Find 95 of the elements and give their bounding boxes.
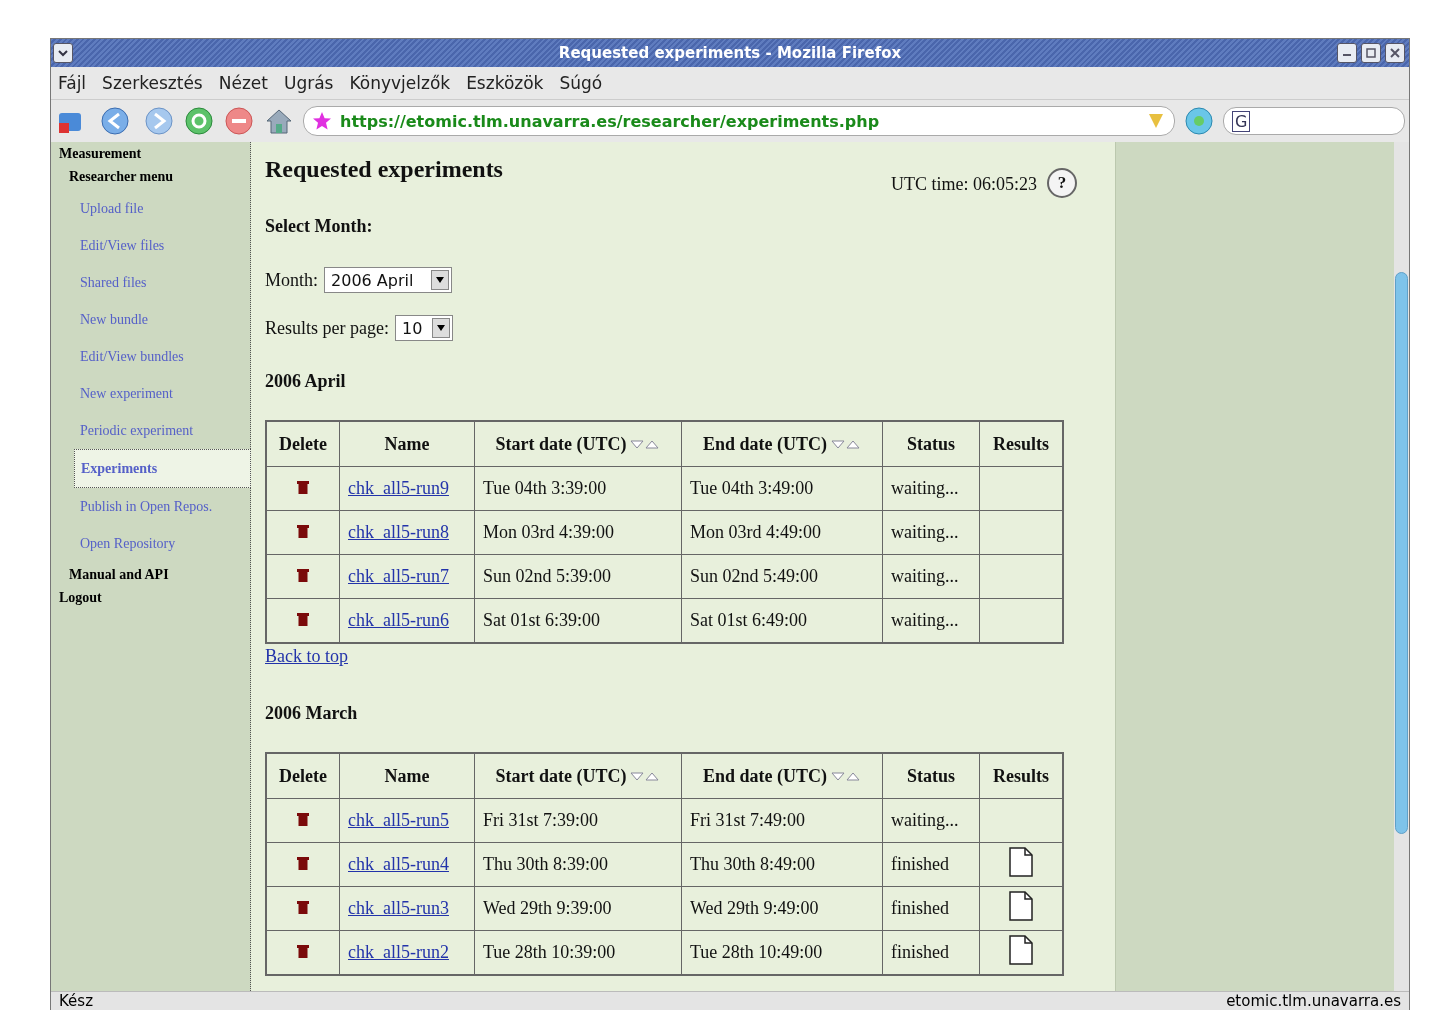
reload-icon[interactable] [183,105,215,137]
trash-icon[interactable] [297,480,309,494]
column-header: Status [882,753,980,799]
table-cell: Fri 31st 7:39:00 [474,798,682,843]
sort-icon[interactable] [630,770,661,782]
table-cell: waiting... [882,510,980,555]
menu-item[interactable]: Súgó [559,73,603,93]
sort-icon[interactable] [630,438,661,450]
search-field[interactable]: G [1223,107,1405,135]
column-header: Delete [266,753,340,799]
window-menu-button[interactable] [53,43,73,63]
column-header: Name [339,421,475,467]
sidebar-link[interactable]: Experiments [74,449,251,488]
trash-icon[interactable] [297,944,309,958]
forward-icon[interactable] [143,105,175,137]
sort-icon[interactable] [831,770,861,782]
column-header: Delete [266,421,340,467]
maximize-icon [1366,48,1376,58]
minimize-button[interactable] [1337,43,1357,63]
trash-icon[interactable] [297,900,309,914]
page-title: Requested experiments [265,156,503,183]
month-select[interactable]: 2006 April [324,267,452,293]
table-cell: Tue 04th 3:39:00 [474,466,682,511]
status-text: Kész [59,992,93,1010]
table-cell: waiting... [882,798,980,843]
stop-icon[interactable] [223,105,255,137]
table-cell: Thu 30th 8:39:00 [474,842,682,887]
sidebar-link[interactable]: Open Repository [51,525,250,562]
trash-icon[interactable] [297,612,309,626]
menu-item[interactable]: Nézet [218,73,268,93]
table-cell: Sun 02nd 5:49:00 [681,554,883,599]
menu-item[interactable]: Fájl [58,73,87,93]
trash-icon[interactable] [297,568,309,582]
scrollbar[interactable] [1394,142,1409,991]
table-cell: Thu 30th 8:49:00 [681,842,883,887]
table-cell: Wed 29th 9:49:00 [681,886,883,931]
trash-icon[interactable] [297,812,309,826]
maximize-button[interactable] [1361,43,1381,63]
star-icon [312,111,332,131]
month-heading: 2006 April [265,371,347,392]
column-header: Name [339,753,475,799]
sidebar-link[interactable]: New experiment [51,375,250,412]
table-cell: Sun 02nd 5:39:00 [474,554,682,599]
month-heading: 2006 March [265,703,359,724]
table-cell: Tue 04th 3:49:00 [681,466,883,511]
status-host: etomic.tlm.unavarra.es [1226,992,1401,1010]
sidebar-heading[interactable]: Logout [51,588,250,608]
chevron-down-icon [58,49,68,57]
section-heading: Select Month: [265,216,374,237]
document-icon[interactable] [1009,891,1033,921]
sidebar-link[interactable]: Edit/View files [51,227,250,264]
sidebar-link[interactable]: Upload file [51,190,250,227]
dropdown-arrow-icon [437,325,445,331]
close-icon [1390,48,1400,58]
sidebar-link[interactable]: Publish in Open Repos. [51,488,250,525]
field-label: Month: [265,269,318,291]
table-cell: waiting... [882,466,980,511]
column-header[interactable]: End date (UTC) [681,421,883,467]
sidebar-link[interactable]: New bundle [51,301,250,338]
address-bar[interactable]: https://etomic.tlm.unavarra.es/researcher/experiments.php [303,106,1175,136]
menu-item[interactable]: Eszközök [466,73,544,93]
table-cell: Mon 03rd 4:49:00 [681,510,883,555]
back-to-top-link[interactable]: Back to top [265,646,348,667]
table-cell: finished [882,842,980,887]
help-button[interactable]: ? [1047,168,1077,198]
sidebar-link[interactable]: Shared files [51,264,250,301]
column-header[interactable]: End date (UTC) [681,753,883,799]
table-cell: Mon 03rd 4:39:00 [474,510,682,555]
column-header[interactable]: Start date (UTC) [474,421,682,467]
close-button[interactable] [1385,43,1405,63]
document-icon[interactable] [1009,935,1033,965]
sort-icon[interactable] [831,438,861,450]
table-cell: finished [882,886,980,931]
utc-time: UTC time: 06:05:23 [891,174,1037,195]
sidebar-heading[interactable]: Manual and API [51,562,250,588]
table-cell: Fri 31st 7:49:00 [681,798,883,843]
window-title: Requested experiments - Mozilla Firefox [558,44,902,62]
menu-item[interactable]: Szerkesztés [102,73,203,93]
per-page-select[interactable]: 10 [395,315,453,341]
sidebar-heading[interactable]: Researcher menu [51,164,250,190]
document-icon[interactable] [1009,847,1033,877]
sidebar-link[interactable]: Edit/View bundles [51,338,250,375]
trash-icon[interactable] [297,524,309,538]
menu-item[interactable]: Ugrás [283,73,334,93]
go-icon[interactable] [1183,105,1215,137]
field-label: Results per page: [265,317,389,339]
trash-icon[interactable] [297,856,309,870]
dropdown-arrow-icon [436,277,444,283]
sidebar-link[interactable]: Periodic experiment [51,412,250,449]
table-cell: waiting... [882,554,980,599]
sidebar-heading[interactable]: Measurement [51,144,250,164]
column-header: Status [882,421,980,467]
table-cell: Wed 29th 9:39:00 [474,886,682,931]
column-header[interactable]: Start date (UTC) [474,753,682,799]
menu-item[interactable]: Könyvjelzők [349,73,451,93]
